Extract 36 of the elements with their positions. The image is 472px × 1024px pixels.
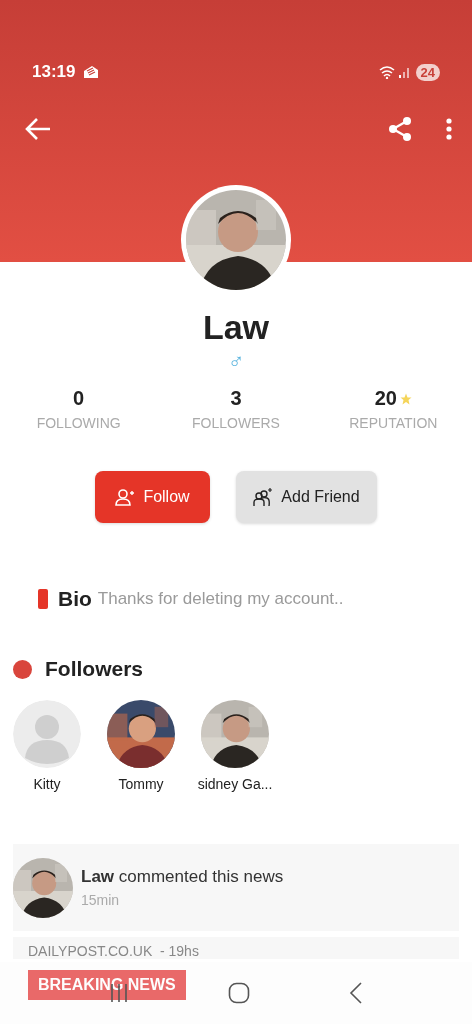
back-icon xyxy=(348,982,363,1004)
bio-text: Thanks for deleting my account.. xyxy=(97,589,344,609)
signal-icon xyxy=(397,66,410,78)
stat-label: FOLLOWERS xyxy=(192,415,280,431)
stat-value: 0 xyxy=(73,387,85,410)
avatar-placeholder-icon xyxy=(13,700,81,768)
activity-card[interactable]: Law commented this news 15min xyxy=(13,844,459,931)
follower-name[interactable]: sidney Ga... xyxy=(197,776,273,792)
section-dot xyxy=(13,659,32,679)
bio-marker xyxy=(38,589,48,609)
stat-label: REPUTATION xyxy=(349,415,438,431)
share-icon xyxy=(388,116,412,142)
add-friend-button[interactable]: Add Friend xyxy=(236,471,377,523)
activity-time: 15min xyxy=(81,892,121,908)
news-source: DAILYPOST.CO.UK - 19hs xyxy=(28,943,200,959)
home-icon xyxy=(228,982,250,1004)
back-arrow-icon xyxy=(24,117,52,141)
follower-name[interactable]: Tommy xyxy=(118,776,164,792)
section-title: Followers xyxy=(45,657,144,681)
add-friend-icon xyxy=(253,487,274,507)
stat-label: FOLLOWING xyxy=(36,415,121,431)
follow-button[interactable]: Follow xyxy=(95,471,210,523)
news-tag: BREAKING NEWS xyxy=(28,970,186,1000)
wifi-icon xyxy=(378,65,395,79)
add-user-icon xyxy=(115,488,136,506)
follower-name[interactable]: Kitty xyxy=(33,776,61,792)
battery-level: 24 xyxy=(415,63,440,81)
stat-value: 20 xyxy=(374,387,397,410)
gender-symbol: ♂ xyxy=(227,349,245,375)
profile-name: Law xyxy=(201,307,271,347)
more-options-icon xyxy=(446,118,452,140)
bio-label: Bio xyxy=(58,587,92,611)
notification-icon xyxy=(83,65,100,79)
activity-text: Law commented this news xyxy=(81,867,284,887)
status-time: 13:19 xyxy=(32,62,76,82)
stat-value: 3 xyxy=(230,387,242,410)
